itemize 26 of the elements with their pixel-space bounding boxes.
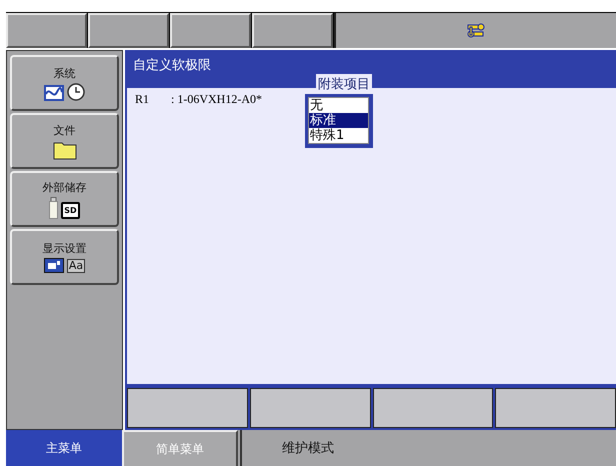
mode-status: 维护模式 <box>282 440 334 457</box>
robot-model: : 1-06VXH12-A0* <box>171 92 262 107</box>
function-key[interactable] <box>170 13 251 48</box>
menu-button[interactable]: 外部储存 SD <box>10 171 119 227</box>
function-key[interactable] <box>6 13 87 48</box>
font-sample-icon: Aa <box>66 259 86 273</box>
menu-button[interactable]: 文件 <box>10 113 119 169</box>
clock-icon <box>67 82 85 100</box>
option-item[interactable]: 无 <box>309 98 368 113</box>
soft-key[interactable] <box>372 388 494 428</box>
menu-tab[interactable]: 主菜单 <box>6 430 122 466</box>
function-key[interactable] <box>252 13 333 48</box>
soft-key[interactable] <box>127 388 248 428</box>
menu-button[interactable]: 显示设置 Aa <box>10 229 119 285</box>
soft-key[interactable] <box>495 388 616 428</box>
sd-card-icon: SD <box>61 202 80 218</box>
option-item[interactable]: 特殊1 <box>309 128 368 143</box>
monitor-icon <box>44 258 64 273</box>
folder-icon <box>52 140 76 160</box>
wave-icon <box>44 84 64 100</box>
soft-key[interactable] <box>250 388 370 428</box>
function-key[interactable] <box>88 13 169 48</box>
menu-button[interactable]: 系统 <box>10 55 119 111</box>
option-item[interactable]: 标准 <box>309 113 368 128</box>
usb-stick-icon <box>49 196 58 218</box>
robot-label: R1 <box>135 92 150 107</box>
